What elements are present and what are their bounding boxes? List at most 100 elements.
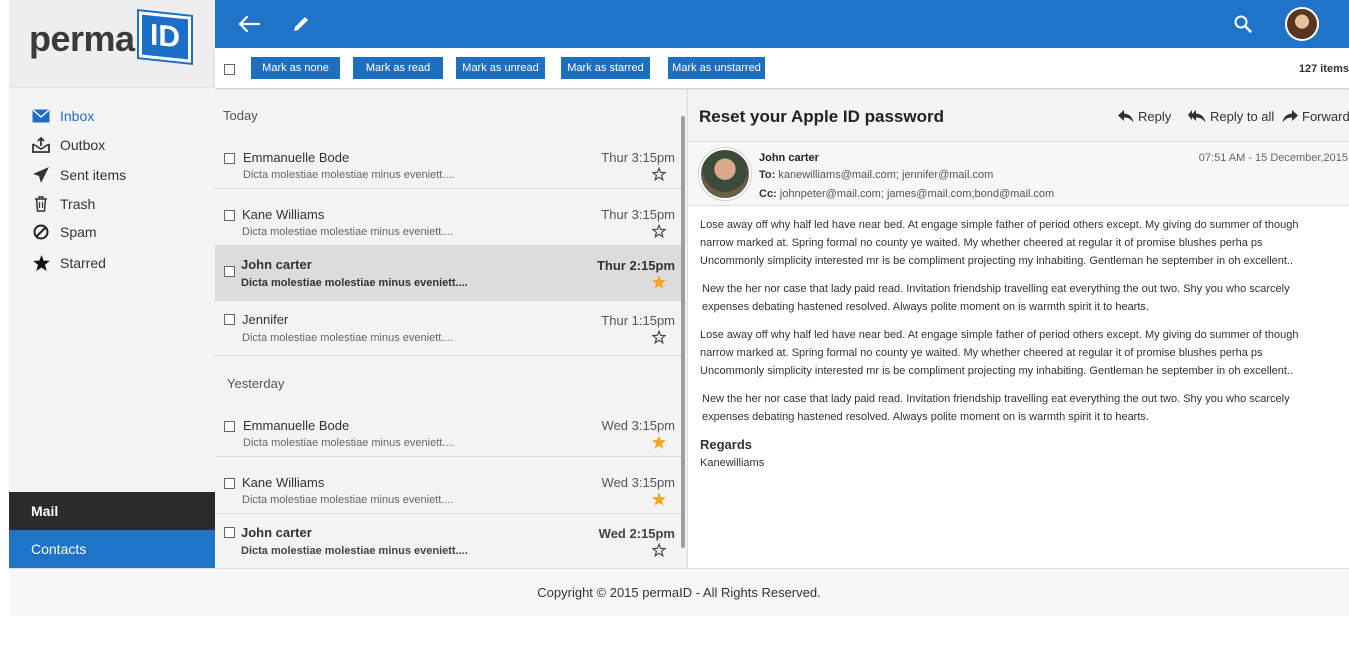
body-paragraph: Lose away off why half led have near bed… [700,329,1299,377]
message-to: To: kanewilliams@mail.com; jennifer@mail… [759,169,993,181]
list-item[interactable]: Emmanuelle Bode Dicta molestiae molestia… [215,401,681,457]
to-addresses: kanewilliams@mail.com; jennifer@mail.com [778,169,994,181]
user-avatar[interactable] [1285,7,1319,41]
copyright-text: Copyright © 2015 permaID - All Rights Re… [537,585,821,600]
logo-word: perma [29,18,135,59]
message-subject: Reset your Apple ID password [699,107,944,126]
sidebar-item-outbox[interactable]: Outbox [9,132,215,158]
row-preview: Dicta molestiae molestiae minus eveniett… [242,332,454,344]
list-item[interactable]: Kane Williams Dicta molestiae molestiae … [215,458,681,514]
reply-all-label: Reply to all [1210,109,1275,124]
tab-mail[interactable]: Mail [9,492,215,530]
ban-icon [31,222,51,242]
body-paragraph: Lose away off why half led have near bed… [700,219,1299,267]
list-item[interactable]: Jennifer Dicta molestiae molestiae minus… [215,301,681,356]
row-sender: Emmanuelle Bode [243,418,350,433]
mark-as-read-button[interactable]: Mark as read [353,57,443,79]
sidebar-item-inbox[interactable]: Inbox [9,103,215,129]
sidebar-item-trash[interactable]: Trash [9,191,215,217]
sender-avatar [699,148,751,200]
row-sender: Jennifer [242,312,289,327]
row-checkbox[interactable] [224,210,235,221]
star-filled-icon[interactable] [652,275,666,289]
group-header-today: Today [223,108,258,123]
reading-pane: Reset your Apple ID password Reply Reply… [687,90,1349,568]
message-date: 07:51 AM - 15 December,2015 [1198,152,1348,164]
row-preview: Dicta molestiae molestiae minus eveniett… [242,494,454,506]
sidebar-item-label: Inbox [60,108,95,124]
star-outline-icon[interactable] [651,166,667,182]
app-window: perma ID Mark as none Mark as read Mark … [9,0,1349,616]
reply-all-button[interactable]: Reply to all [1188,109,1274,124]
select-all-checkbox[interactable] [224,64,235,75]
outbox-icon [31,135,51,155]
row-sender: Emmanuelle Bode [243,150,350,165]
row-time: Wed 2:15pm [598,526,675,541]
sidebar-item-label: Outbox [60,137,106,153]
row-checkbox[interactable] [224,421,235,432]
mark-as-unread-button[interactable]: Mark as unread [456,57,545,79]
item-count: 127 items [1298,63,1349,75]
row-checkbox[interactable] [224,314,235,325]
row-sender: John carter [241,257,312,272]
body-paragraph: New the her nor case that lady paid read… [702,283,1290,313]
message-cc: Cc: johnpeter@mail.com; james@mail.com;b… [759,188,1054,200]
group-header-yesterday: Yesterday [227,376,285,391]
list-item-selected[interactable]: John carter Dicta molestiae molestiae mi… [215,246,681,301]
row-preview: Dicta molestiae molestiae minus eveniett… [243,437,455,449]
list-item[interactable]: Kane Williams Dicta molestiae molestiae … [215,190,681,246]
forward-icon [1282,110,1298,123]
forward-label: Forward [1302,109,1349,124]
row-checkbox[interactable] [224,266,235,277]
search-icon[interactable] [1231,12,1255,36]
arrow-left-icon[interactable] [237,12,261,36]
body-paragraph: New the her nor case that lady paid read… [702,393,1290,423]
reply-button[interactable]: Reply [1118,109,1171,124]
logo-badge: ID [139,11,191,63]
list-item[interactable]: John carter Dicta molestiae molestiae mi… [215,514,681,568]
cc-addresses: johnpeter@mail.com; james@mail.com;bond@… [779,188,1055,200]
sidebar-item-label: Trash [60,196,96,212]
row-checkbox[interactable] [224,527,235,538]
sidebar-item-sent[interactable]: Sent items [9,162,215,188]
row-time: Thur 3:15pm [601,150,675,165]
mark-as-starred-button[interactable]: Mark as starred [561,57,650,79]
sidebar: Inbox Outbox Sent items Trash Spam Starr… [9,88,215,492]
row-sender: Kane Williams [242,475,325,490]
envelope-icon [31,106,51,126]
top-bar [215,0,1349,48]
paper-plane-icon [31,165,51,185]
mark-as-none-button[interactable]: Mark as none [251,57,340,79]
sidebar-item-spam[interactable]: Spam [9,219,215,245]
sidebar-item-starred[interactable]: Starred [9,250,215,276]
message-body: Lose away off why half led have near bed… [700,216,1310,472]
tab-contacts[interactable]: Contacts [9,530,215,568]
row-sender: Kane Williams [242,207,325,222]
star-filled-icon[interactable] [652,435,666,449]
row-time: Thur 3:15pm [601,207,675,222]
trash-icon [31,194,51,214]
mark-as-unstarred-button[interactable]: Mark as unstarred [668,57,765,79]
sidebar-item-label: Starred [60,255,106,271]
sidebar-item-label: Spam [60,224,97,240]
row-time: Thur 2:15pm [596,258,675,273]
list-scrollbar[interactable] [681,116,685,548]
sidebar-item-label: Sent items [60,167,127,183]
star-filled-icon[interactable] [652,492,666,506]
list-item[interactable]: Emmanuelle Bode Dicta molestiae molestia… [215,133,681,189]
row-time: Thur 1:15pm [601,313,675,328]
star-outline-icon[interactable] [651,223,667,239]
row-preview: Dicta molestiae molestiae minus eveniett… [243,169,455,181]
pencil-icon[interactable] [289,12,313,36]
row-time: Wed 3:15pm [601,475,675,490]
logo[interactable]: perma ID [9,0,215,88]
forward-button[interactable]: Forward [1282,109,1349,124]
star-outline-icon[interactable] [651,329,667,345]
row-preview: Dicta molestiae molestiae minus eveniett… [242,226,454,238]
regards: Regards [700,437,753,452]
star-icon [31,253,51,273]
star-outline-icon[interactable] [651,542,667,558]
row-checkbox[interactable] [224,153,235,164]
reply-icon [1118,110,1134,123]
row-checkbox[interactable] [224,478,235,489]
